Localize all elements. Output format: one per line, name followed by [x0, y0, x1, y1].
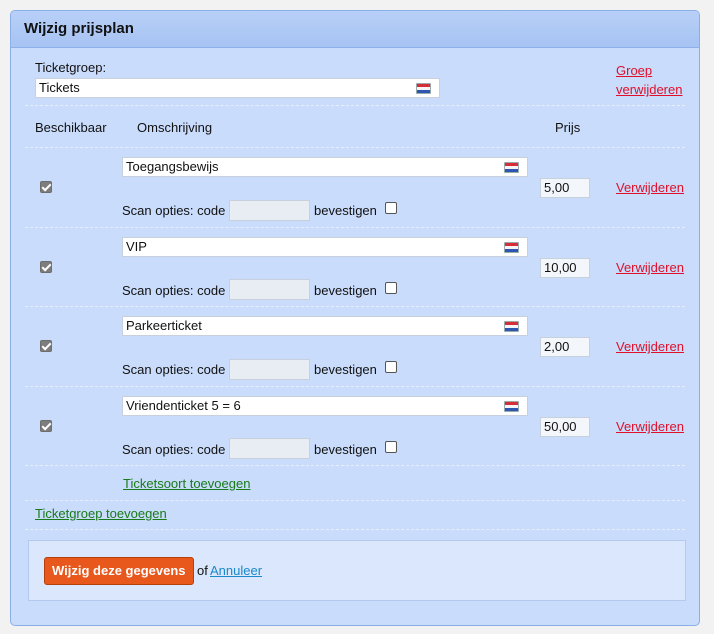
remove-ticket-link[interactable]: Verwijderen [616, 260, 684, 275]
available-checkbox[interactable] [40, 340, 52, 352]
description-value: Toegangsbewijs [126, 159, 219, 174]
dutch-flag-icon[interactable] [504, 242, 519, 253]
add-ticket-type-link[interactable]: Ticketsoort toevoegen [123, 476, 250, 491]
remove-ticket-link[interactable]: Verwijderen [616, 419, 684, 434]
scan-code-input[interactable] [229, 279, 310, 300]
ticket-group-input[interactable]: Tickets [35, 78, 440, 98]
ticket-group-value: Tickets [39, 80, 80, 95]
divider [25, 227, 685, 228]
scan-code-input[interactable] [229, 200, 310, 221]
description-input[interactable]: VIP [122, 237, 528, 257]
dutch-flag-icon[interactable] [504, 162, 519, 173]
description-input[interactable]: Vriendenticket 5 = 6 [122, 396, 528, 416]
divider [25, 500, 685, 501]
confirm-checkbox[interactable] [385, 361, 397, 373]
confirm-label: bevestigen [314, 283, 377, 298]
divider [25, 147, 685, 148]
remove-group-link-line2: verwijderen [616, 82, 683, 97]
divider [25, 465, 685, 466]
available-checkbox[interactable] [40, 181, 52, 193]
divider [25, 386, 685, 387]
description-input[interactable]: Toegangsbewijs [122, 157, 528, 177]
scan-options-label: Scan opties: code [122, 362, 226, 377]
price-input[interactable]: 50,00 [540, 417, 590, 437]
description-input[interactable]: Parkeerticket [122, 316, 528, 336]
price-input[interactable]: 5,00 [540, 178, 590, 198]
column-header-description: Omschrijving [137, 120, 213, 135]
dutch-flag-icon[interactable] [504, 321, 519, 332]
price-input[interactable]: 2,00 [540, 337, 590, 357]
description-value: VIP [126, 239, 147, 254]
confirm-label: bevestigen [314, 362, 377, 377]
available-checkbox[interactable] [40, 420, 52, 432]
dutch-flag-icon[interactable] [416, 83, 431, 94]
confirm-checkbox[interactable] [385, 202, 397, 214]
confirm-label: bevestigen [314, 203, 377, 218]
remove-ticket-link[interactable]: Verwijderen [616, 180, 684, 195]
remove-ticket-link[interactable]: Verwijderen [616, 339, 684, 354]
or-text: of [197, 563, 208, 578]
divider [25, 105, 685, 106]
divider [25, 529, 685, 530]
cancel-link[interactable]: Annuleer [210, 563, 262, 578]
scan-options-label: Scan opties: code [122, 203, 226, 218]
confirm-checkbox[interactable] [385, 441, 397, 453]
scan-options-label: Scan opties: code [122, 442, 226, 457]
divider [25, 306, 685, 307]
description-value: Parkeerticket [126, 318, 202, 333]
ticket-group-label: Ticketgroep: [35, 60, 107, 75]
save-changes-button[interactable]: Wijzig deze gegevens [44, 557, 194, 585]
confirm-checkbox[interactable] [385, 282, 397, 294]
remove-group-link-line1: Groep [616, 63, 653, 78]
column-header-price: Prijs [555, 120, 581, 135]
scan-options-label: Scan opties: code [122, 283, 226, 298]
available-checkbox[interactable] [40, 261, 52, 273]
edit-price-plan-panel: Wijzig prijsplan Ticketgroep: Tickets Gr… [10, 10, 700, 626]
scan-code-input[interactable] [229, 438, 310, 459]
price-input[interactable]: 10,00 [540, 258, 590, 278]
description-value: Vriendenticket 5 = 6 [126, 398, 241, 413]
column-header-available: Beschikbaar [35, 120, 107, 135]
remove-group-link[interactable]: Groep verwijderen [616, 61, 682, 99]
add-ticket-group-link[interactable]: Ticketgroep toevoegen [35, 506, 167, 521]
confirm-label: bevestigen [314, 442, 377, 457]
dutch-flag-icon[interactable] [504, 401, 519, 412]
scan-code-input[interactable] [229, 359, 310, 380]
form-actions: Wijzig deze gegevens of Annuleer [28, 540, 686, 601]
panel-title: Wijzig prijsplan [11, 11, 699, 48]
